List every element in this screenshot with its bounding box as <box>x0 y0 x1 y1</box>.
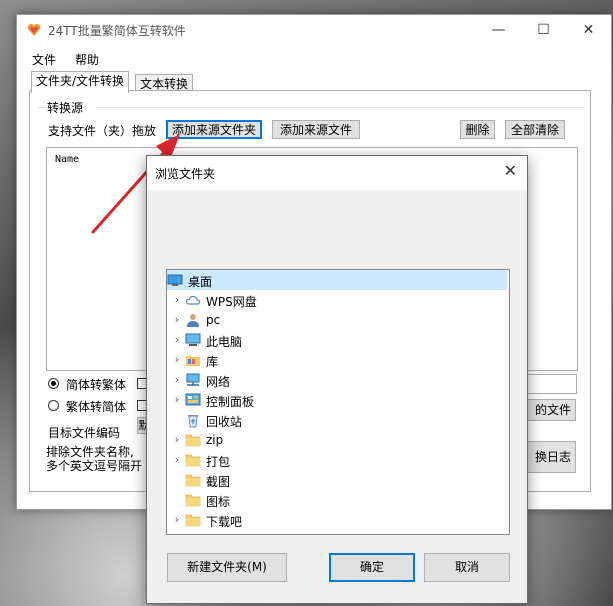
tree-item-label: 此电脑 <box>206 335 243 349</box>
add-source-file-button[interactable]: 添加来源文件 <box>272 120 360 139</box>
tree-item[interactable]: 截图 <box>167 470 507 490</box>
tree-item-label: 下载吧 <box>206 515 243 529</box>
delete-button[interactable]: 删除 <box>460 120 495 139</box>
simp-to-trad-radio[interactable] <box>48 378 59 389</box>
tree-item-label: 桌面 <box>188 275 213 289</box>
chevron-right-icon[interactable]: › <box>172 353 182 366</box>
clear-all-button[interactable]: 全部清除 <box>505 120 565 139</box>
tree-item[interactable]: › 控制面板 <box>167 390 507 410</box>
add-source-folder-button[interactable]: 添加来源文件夹 <box>166 120 262 139</box>
folder-icon <box>185 454 201 467</box>
tree-item-label: 回收站 <box>206 415 243 429</box>
source-group-label: 转换源 <box>47 101 84 115</box>
tree-item[interactable]: › 打包 <box>167 450 507 470</box>
group-divider <box>96 107 584 108</box>
computer-icon <box>185 333 201 346</box>
desktop-icon <box>167 274 183 286</box>
chevron-right-icon[interactable]: › <box>172 453 182 466</box>
dialog-close-icon[interactable]: ✕ <box>504 161 517 180</box>
browse-folder-dialog: 浏览文件夹 ✕ 桌面 › WPS网盘 › pc › 此电脑 › 库 › 网络 › 控制面板 回收站 › zip… <box>146 155 528 604</box>
tree-item[interactable]: › WPS网盘 <box>167 290 507 310</box>
tab-folder-file[interactable]: 文件夹/文件转换 <box>31 71 130 93</box>
close-button[interactable]: ✕ <box>566 15 611 46</box>
menu-file[interactable]: 文件 <box>32 51 56 68</box>
minimize-button[interactable]: — <box>476 15 521 46</box>
cancel-button[interactable]: 取消 <box>424 553 510 582</box>
tree-item-label: 网络 <box>206 375 231 389</box>
tree-item[interactable]: › 网络 <box>167 370 507 390</box>
tree-item[interactable]: › 此电脑 <box>167 330 507 350</box>
chevron-right-icon[interactable]: › <box>172 433 182 446</box>
chevron-right-icon[interactable]: › <box>172 333 182 346</box>
tree-item[interactable]: 桌面 <box>167 270 507 290</box>
list-header-name[interactable]: Name <box>55 154 79 165</box>
tree-item-label: 图标 <box>206 495 231 509</box>
tree-item[interactable]: › zip <box>167 430 507 450</box>
tree-item-label: 控制面板 <box>206 395 255 409</box>
drag-drop-label: 支持文件（夹）拖放 <box>48 124 157 138</box>
output-path-field[interactable] <box>525 374 577 394</box>
chevron-right-icon[interactable]: › <box>172 313 182 326</box>
control-panel-icon <box>185 393 201 406</box>
tree-item[interactable]: 图标 <box>167 490 507 510</box>
chevron-right-icon[interactable]: › <box>172 373 182 386</box>
target-encoding-label: 目标文件编码 <box>48 426 121 440</box>
menu-bar: 文件 帮助 <box>17 46 611 70</box>
new-folder-button[interactable]: 新建文件夹(M) <box>167 553 287 582</box>
trad-to-simp-label[interactable]: 繁体转简体 <box>66 398 126 415</box>
folder-icon <box>185 474 201 487</box>
tree-item[interactable]: › pc <box>167 310 507 330</box>
tree-item-label: pc <box>206 313 221 327</box>
tree-item-label: zip <box>206 433 224 447</box>
recycle-bin-icon <box>188 415 198 428</box>
user-icon <box>187 314 199 327</box>
maximize-button[interactable]: ☐ <box>521 15 566 46</box>
tree-item[interactable]: › 下载吧 <box>167 510 507 530</box>
dialog-title-bar[interactable]: 浏览文件夹 ✕ <box>147 156 527 190</box>
group-divider <box>38 107 46 108</box>
tree-item[interactable]: 回收站 <box>167 410 507 430</box>
trad-to-simp-radio[interactable] <box>48 400 59 411</box>
exclude-label-line2: 多个英文逗号隔开 <box>46 459 143 473</box>
tree-item-label: WPS网盘 <box>206 295 257 309</box>
cloud-icon <box>185 295 201 305</box>
conversion-log-button[interactable]: 换日志 <box>525 441 576 473</box>
menu-help[interactable]: 帮助 <box>75 51 99 68</box>
chevron-right-icon[interactable]: › <box>172 513 182 526</box>
dialog-title: 浏览文件夹 <box>155 167 216 181</box>
app-logo-icon <box>27 23 41 36</box>
chevron-right-icon[interactable]: › <box>172 393 182 406</box>
library-icon <box>186 356 200 366</box>
window-title: 24TT批量繁简体互转软件 <box>48 24 186 38</box>
tree-item-label: 库 <box>206 355 219 369</box>
folder-icon <box>185 494 201 507</box>
tree-item-label: 打包 <box>206 455 231 469</box>
folder-tree[interactable]: 桌面 › WPS网盘 › pc › 此电脑 › 库 › 网络 › 控制面板 回收站 › zip › 打包 截图 图标 ›… <box>166 269 510 535</box>
folder-icon <box>185 514 201 527</box>
title-bar[interactable]: 24TT批量繁简体互转软件 — ☐ ✕ <box>17 15 611 46</box>
ok-button[interactable]: 确定 <box>329 553 415 582</box>
chevron-right-icon[interactable]: › <box>172 293 182 306</box>
tree-item-label: 截图 <box>206 475 231 489</box>
folder-icon <box>185 434 201 447</box>
network-icon <box>186 373 200 386</box>
tree-item[interactable]: › 库 <box>167 350 507 370</box>
simp-to-trad-label[interactable]: 简体转繁体 <box>66 376 126 393</box>
open-folder-button[interactable]: 的文件夹 <box>525 399 576 421</box>
